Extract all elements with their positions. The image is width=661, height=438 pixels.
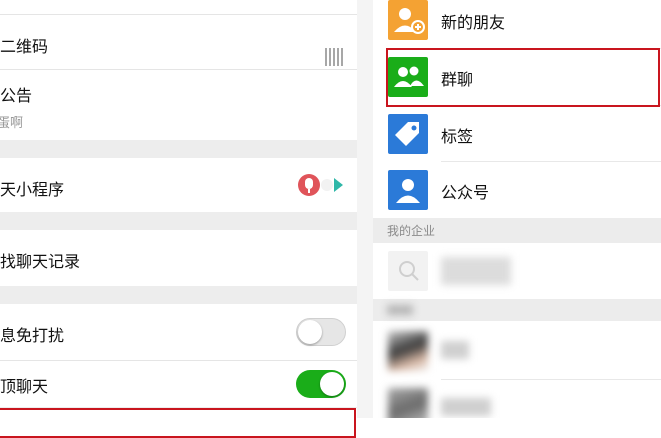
contact-row[interactable] xyxy=(373,380,661,418)
tag-icon xyxy=(388,114,428,154)
section-header-redacted xyxy=(373,299,661,321)
add-friend-icon xyxy=(388,0,428,40)
highlight-frame xyxy=(0,408,356,438)
announcement-preview: 蒙蛋啊 xyxy=(0,116,24,131)
qr-code-icon xyxy=(325,48,343,66)
contact-item-label: 标签 xyxy=(441,127,474,146)
settings-row-qr-code[interactable]: 群二维码 xyxy=(0,15,357,69)
mute-toggle[interactable] xyxy=(296,318,346,346)
contact-name-redacted xyxy=(441,398,491,416)
settings-row-top-partial xyxy=(0,0,357,14)
mini-program-icon xyxy=(298,174,343,196)
enterprise-name-redacted xyxy=(441,257,511,285)
group-settings-panel: 群二维码 群公告 蒙蛋啊 聊天小程序 查找聊天记录 消息免打扰 置顶聊天 xyxy=(0,0,357,418)
settings-row-search-history[interactable]: 查找聊天记录 xyxy=(0,230,357,286)
avatar xyxy=(388,388,428,418)
contact-item-tags[interactable]: 标签 xyxy=(373,106,661,162)
contact-row[interactable] xyxy=(373,323,661,379)
announcement-label: 群公告 xyxy=(0,86,33,105)
panel-divider xyxy=(357,0,373,418)
enterprise-item[interactable] xyxy=(373,243,661,299)
toggle-knob xyxy=(298,320,322,344)
qr-code-label: 群二维码 xyxy=(0,37,49,56)
contact-item-official-accounts[interactable]: 公众号 xyxy=(373,162,661,218)
enterprise-search-icon xyxy=(388,251,428,291)
official-account-icon xyxy=(388,170,428,210)
toggle-knob xyxy=(320,372,344,396)
contact-name-redacted xyxy=(441,341,469,359)
section-header-redacted-text xyxy=(387,305,413,315)
pin-label: 置顶聊天 xyxy=(0,377,49,396)
pin-toggle[interactable] xyxy=(296,370,346,398)
contact-item-new-friends[interactable]: 新的朋友 xyxy=(373,0,661,48)
section-header-label: 我的企业 xyxy=(387,224,436,238)
contact-item-label: 公众号 xyxy=(441,183,490,202)
avatar xyxy=(388,331,428,371)
contact-item-label: 新的朋友 xyxy=(441,13,506,32)
search-history-label: 查找聊天记录 xyxy=(0,252,81,271)
mini-program-label: 聊天小程序 xyxy=(0,180,65,199)
highlight-frame xyxy=(386,48,660,107)
settings-row-announcement[interactable]: 群公告 蒙蛋啊 xyxy=(0,70,357,140)
section-header-enterprise: 我的企业 xyxy=(373,218,661,243)
mute-label: 消息免打扰 xyxy=(0,326,65,345)
